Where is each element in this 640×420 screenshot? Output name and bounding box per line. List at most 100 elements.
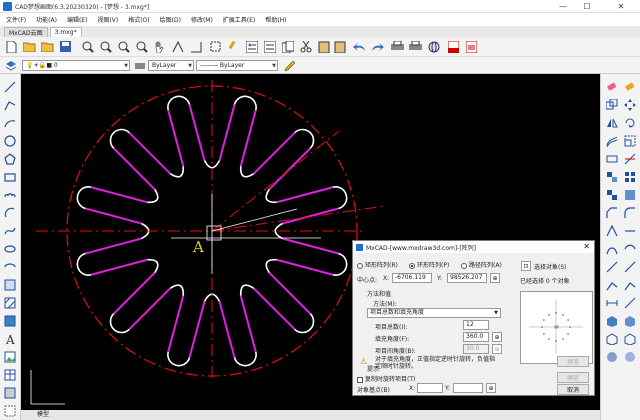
- menu-file[interactable]: 文件(F): [6, 15, 26, 24]
- stretch-icon[interactable]: [605, 152, 619, 166]
- hatch-icon[interactable]: [3, 296, 17, 310]
- paste-block-icon[interactable]: [332, 39, 347, 54]
- chamfer-icon[interactable]: [605, 206, 619, 220]
- pick-base-point-icon[interactable]: ⊕: [486, 383, 496, 393]
- menu-help[interactable]: 帮助(H): [265, 15, 286, 24]
- rotate-icon[interactable]: [623, 116, 637, 130]
- close-button[interactable]: ✕: [610, 0, 632, 13]
- minimize-button[interactable]: —: [552, 0, 574, 13]
- save-icon[interactable]: [58, 39, 73, 54]
- tab-mxcad-cloud[interactable]: MxCAD云图: [4, 27, 48, 37]
- line-icon[interactable]: [3, 80, 17, 94]
- polyline-icon[interactable]: [3, 98, 17, 112]
- properties-icon[interactable]: [244, 39, 259, 54]
- dialog-close-button[interactable]: ✕: [583, 242, 590, 251]
- break-icon[interactable]: [605, 188, 619, 202]
- solid-edit-icon[interactable]: [623, 314, 637, 328]
- zoom-realtime-icon[interactable]: [80, 39, 95, 54]
- move-icon[interactable]: [623, 98, 637, 112]
- extend-icon[interactable]: [605, 170, 619, 184]
- rectangle-icon[interactable]: [3, 170, 17, 184]
- explode-icon[interactable]: [605, 224, 619, 238]
- maximize-button[interactable]: ☐: [576, 0, 598, 13]
- model-tab[interactable]: 模型: [21, 410, 600, 420]
- measure-divide-icon[interactable]: [623, 260, 637, 274]
- lengthen-icon[interactable]: [623, 224, 637, 238]
- web-globe-icon[interactable]: [426, 39, 441, 54]
- solid-box-icon[interactable]: [605, 314, 619, 328]
- view-3d-icon[interactable]: [623, 332, 637, 346]
- layer-previous-icon[interactable]: [132, 58, 147, 73]
- print-icon[interactable]: [390, 39, 405, 54]
- cancel-button[interactable]: 取消: [557, 384, 589, 395]
- zoom-previous-icon[interactable]: [134, 39, 149, 54]
- material-icon[interactable]: [623, 350, 637, 364]
- erase-icon[interactable]: [605, 80, 619, 94]
- open-folder-icon[interactable]: [22, 39, 37, 54]
- eraser-tool-icon[interactable]: [623, 80, 637, 94]
- pick-angle-between-icon[interactable]: ⊕: [492, 344, 502, 354]
- total-items-input[interactable]: 12: [463, 320, 489, 330]
- base-x-input[interactable]: [417, 383, 443, 393]
- region-icon[interactable]: [3, 314, 17, 328]
- zoom-window-icon[interactable]: [98, 39, 113, 54]
- menu-draw[interactable]: 绘图(D): [160, 15, 181, 24]
- ellipse-icon[interactable]: [3, 242, 17, 256]
- method-select[interactable]: 项目总数和填充角度 ▼: [367, 308, 501, 318]
- color-select[interactable]: ByLayer ▼: [148, 60, 194, 71]
- undo-icon[interactable]: [352, 39, 367, 54]
- redo-icon[interactable]: [370, 39, 385, 54]
- menu-format[interactable]: 格式(O): [128, 15, 149, 24]
- export-pdf-icon[interactable]: [446, 39, 461, 54]
- menu-view[interactable]: 视图(V): [97, 15, 118, 24]
- revcloud-icon[interactable]: [3, 188, 17, 202]
- ellipse-arc-icon[interactable]: [3, 260, 17, 274]
- select-objects-button[interactable]: 选择对象(S): [534, 262, 567, 271]
- arc-edit-icon[interactable]: [623, 242, 637, 256]
- menu-extend-tools[interactable]: 扩展工具(E): [223, 15, 255, 24]
- print-preview-icon[interactable]: [408, 39, 423, 54]
- pick-fill-angle-icon[interactable]: ⊕: [492, 332, 502, 342]
- polygon-icon[interactable]: [3, 152, 17, 166]
- align-icon[interactable]: [605, 242, 619, 256]
- zoom-extents-icon[interactable]: [116, 39, 131, 54]
- arc3p-icon[interactable]: [3, 206, 17, 220]
- mirror-icon[interactable]: [605, 116, 619, 130]
- pan-hand-icon[interactable]: [152, 39, 167, 54]
- radio-polar-array[interactable]: 环形阵列(P): [409, 260, 449, 269]
- spline-edit-icon[interactable]: [623, 278, 637, 292]
- copy-object-icon[interactable]: [605, 98, 619, 112]
- rotate-items-checkbox[interactable]: 复制时旋转项目(T): [357, 374, 415, 383]
- menu-function[interactable]: 功能(A): [36, 15, 57, 24]
- image-icon[interactable]: [3, 350, 17, 364]
- menu-edit[interactable]: 编辑(E): [67, 15, 87, 24]
- radio-rect-array[interactable]: 矩形阵列(R): [357, 260, 398, 269]
- open-file-icon[interactable]: [40, 39, 55, 54]
- match-properties-icon[interactable]: [226, 39, 241, 54]
- arc-icon[interactable]: [3, 116, 17, 130]
- insert-block-icon[interactable]: [3, 278, 17, 292]
- export-image-icon[interactable]: [464, 39, 479, 54]
- layer-select[interactable]: 💡☀🔓■ 0 ▼: [22, 60, 130, 71]
- table-icon[interactable]: [3, 368, 17, 382]
- layer-stack-icon[interactable]: [3, 58, 18, 73]
- array-icon[interactable]: [623, 170, 637, 184]
- cut-icon[interactable]: [298, 39, 313, 54]
- polyline-edit-icon[interactable]: [605, 278, 619, 292]
- fill-angle-input[interactable]: 360.0: [463, 332, 489, 342]
- measure-area-icon[interactable]: [188, 39, 203, 54]
- base-y-input[interactable]: [453, 383, 483, 393]
- radio-path-array[interactable]: 路径阵列(A): [461, 260, 502, 269]
- dimension-icon[interactable]: [605, 296, 619, 310]
- trim-icon[interactable]: [623, 152, 637, 166]
- circle-icon[interactable]: [3, 134, 17, 148]
- linetype-select[interactable]: ——— ByLayer ▼: [196, 60, 278, 71]
- ok-button[interactable]: 确定: [557, 372, 589, 383]
- divide-icon[interactable]: [605, 260, 619, 274]
- center-y-input[interactable]: 98526.207: [447, 273, 487, 283]
- render-icon[interactable]: [605, 350, 619, 364]
- center-x-input[interactable]: -6706.119: [392, 273, 432, 283]
- view-cube-icon[interactable]: [605, 332, 619, 346]
- offset-icon[interactable]: [605, 134, 619, 148]
- fillet-icon[interactable]: [623, 206, 637, 220]
